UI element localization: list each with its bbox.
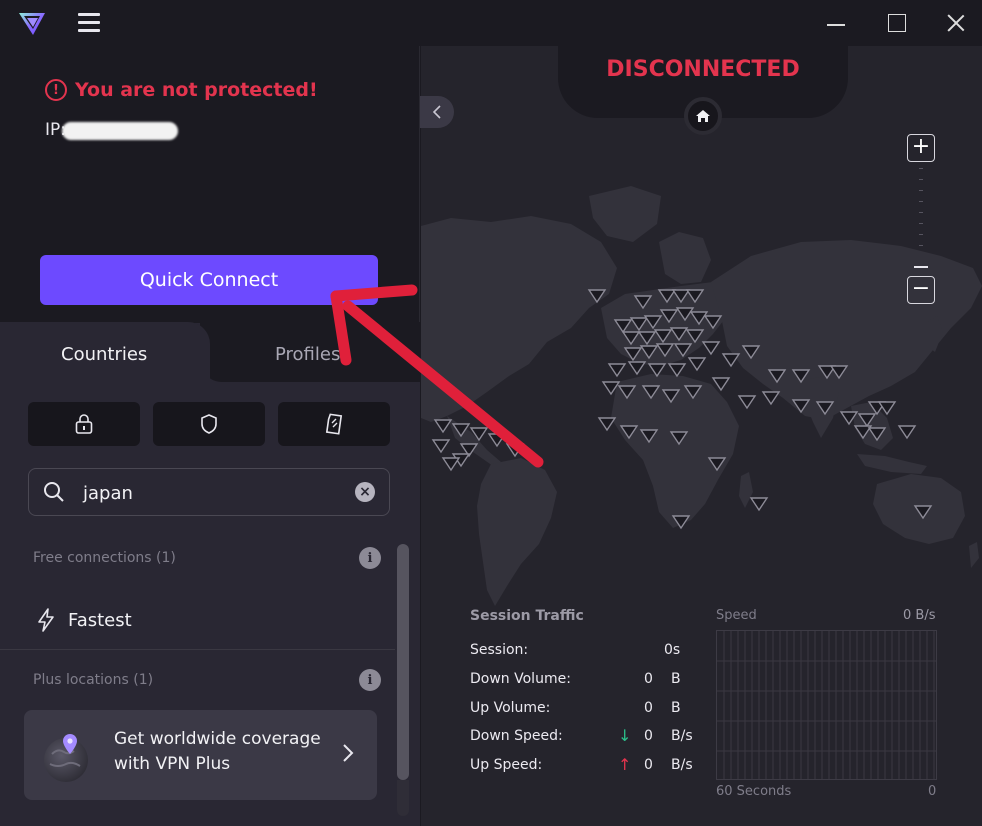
plus-locations-header: Plus locations (1) — [33, 672, 154, 688]
divider — [0, 649, 395, 650]
scrollbar-track[interactable] — [397, 780, 409, 816]
filter-secure-core[interactable] — [28, 402, 140, 446]
fastest-label: Fastest — [68, 609, 132, 631]
server-marker[interactable] — [711, 377, 731, 392]
chevron-right-icon — [343, 744, 354, 762]
shield-icon — [201, 414, 217, 434]
server-marker[interactable] — [687, 357, 707, 372]
lock-icon — [75, 414, 93, 434]
scrollbar-thumb[interactable] — [397, 544, 409, 780]
clear-search-icon[interactable]: × — [355, 482, 375, 502]
server-marker[interactable] — [749, 497, 769, 512]
alert-icon: ! — [45, 79, 67, 101]
proton-vpn-logo-icon — [19, 13, 45, 35]
title-bar — [0, 0, 982, 46]
menu-icon[interactable] — [78, 13, 100, 33]
up-speed-value: 0 — [644, 757, 653, 773]
connection-status: DISCONNECTED — [606, 57, 800, 82]
upgrade-banner[interactable]: Get worldwide coverage with VPN Plus — [24, 710, 377, 800]
filter-netshield[interactable] — [153, 402, 265, 446]
speed-graph-label: Speed — [716, 608, 757, 623]
minimize-button[interactable] — [822, 8, 852, 38]
server-marker[interactable] — [761, 391, 781, 406]
protection-warning: ! You are not protected! — [45, 79, 318, 101]
session-traffic-title: Session Traffic — [470, 608, 584, 624]
server-marker[interactable] — [737, 395, 757, 410]
server-marker[interactable] — [607, 363, 627, 378]
zoom-out-button[interactable]: − — [907, 276, 935, 304]
speed-graph-grid — [717, 631, 936, 779]
globe-pin-icon — [44, 734, 88, 782]
down-volume-label: Down Volume: — [470, 671, 571, 687]
close-button[interactable] — [941, 8, 971, 38]
server-marker[interactable] — [721, 353, 741, 368]
filter-streaming[interactable] — [278, 402, 390, 446]
search-input[interactable]: japan — [83, 483, 133, 504]
search-box[interactable]: japan × — [28, 468, 390, 516]
info-icon[interactable]: i — [359, 547, 381, 569]
server-marker[interactable] — [897, 425, 917, 440]
quick-connect-button[interactable]: Quick Connect — [40, 255, 378, 305]
fastest-server-item[interactable]: Fastest — [36, 608, 132, 632]
server-marker[interactable] — [627, 361, 647, 376]
ip-redacted — [62, 122, 178, 140]
server-marker[interactable] — [487, 433, 507, 448]
server-marker[interactable] — [433, 419, 453, 434]
warning-text: You are not protected! — [75, 79, 318, 101]
up-volume-unit: B — [671, 700, 681, 716]
session-value: 0s — [664, 642, 681, 658]
graph-x-end-label: 0 — [928, 784, 937, 799]
up-volume-label: Up Volume: — [470, 700, 551, 716]
download-arrow-icon: ↓ — [618, 726, 632, 745]
sd-card-icon — [325, 413, 343, 435]
up-speed-label: Up Speed: — [470, 757, 543, 773]
speed-graph — [716, 630, 937, 780]
upload-arrow-icon: ↑ — [618, 755, 632, 774]
server-marker[interactable] — [597, 417, 617, 432]
server-marker[interactable] — [701, 341, 721, 356]
server-marker[interactable] — [505, 443, 525, 458]
session-label: Session: — [470, 642, 529, 658]
info-icon[interactable]: i — [359, 669, 381, 691]
down-speed-value: 0 — [644, 728, 653, 744]
tab-countries-label[interactable]: Countries — [61, 344, 147, 365]
zoom-level-marker[interactable] — [914, 266, 928, 268]
search-icon — [44, 482, 64, 502]
zoom-slider[interactable] — [919, 168, 923, 264]
chevron-left-icon — [432, 105, 441, 119]
up-volume-value: 0 — [644, 700, 653, 716]
server-marker[interactable] — [667, 363, 687, 378]
server-marker[interactable] — [431, 439, 451, 454]
server-marker[interactable] — [441, 457, 461, 472]
zoom-in-button[interactable]: + — [907, 134, 935, 162]
speed-graph-value: 0 B/s — [903, 608, 936, 623]
up-speed-unit: B/s — [671, 757, 693, 773]
home-button[interactable] — [684, 97, 722, 135]
maximize-button[interactable] — [882, 8, 912, 38]
down-volume-unit: B — [671, 671, 681, 687]
down-volume-value: 0 — [644, 671, 653, 687]
tab-profiles-label[interactable]: Profiles — [275, 344, 340, 365]
lightning-icon — [38, 608, 54, 632]
collapse-sidebar-button[interactable] — [420, 96, 454, 128]
home-icon — [696, 110, 710, 122]
down-speed-unit: B/s — [671, 728, 693, 744]
upgrade-text: Get worldwide coverage with VPN Plus — [114, 729, 321, 774]
graph-x-start-label: 60 Seconds — [716, 784, 792, 799]
down-speed-label: Down Speed: — [470, 728, 563, 744]
free-connections-header: Free connections (1) — [33, 550, 176, 566]
